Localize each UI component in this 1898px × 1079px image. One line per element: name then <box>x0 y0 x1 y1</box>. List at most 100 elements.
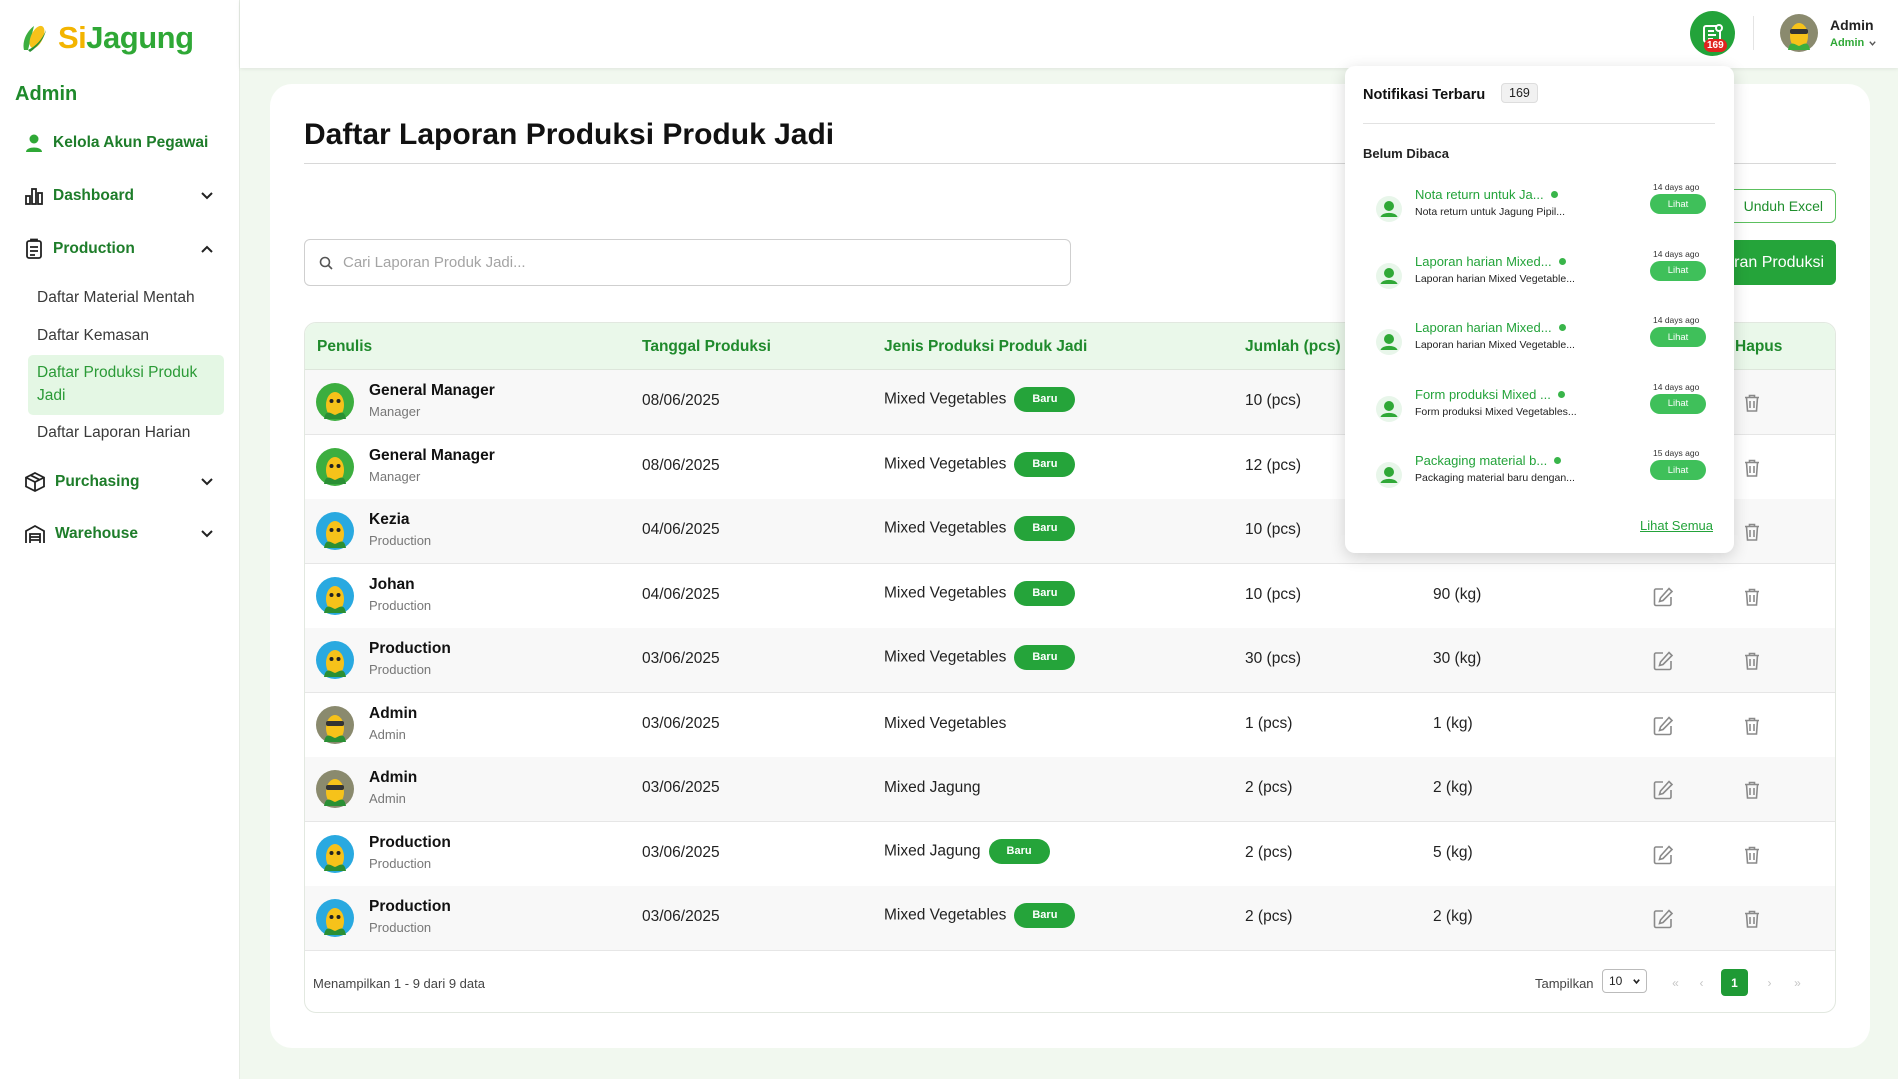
sidebar-item-warehouse[interactable]: Warehouse <box>24 523 214 545</box>
production-date: 08/06/2025 <box>642 456 720 474</box>
trash-icon[interactable] <box>1743 522 1761 542</box>
edit-icon[interactable] <box>1652 586 1674 608</box>
writer-avatar <box>316 770 354 808</box>
trash-icon[interactable] <box>1743 458 1761 478</box>
writer-avatar <box>316 576 354 615</box>
trash-icon[interactable] <box>1743 393 1761 413</box>
trash-icon[interactable] <box>1743 587 1761 607</box>
notification-item-title: Form produksi Mixed ... <box>1415 386 1551 402</box>
view-notification-button[interactable]: Lihat <box>1650 460 1706 480</box>
table-row[interactable]: Production Production 03/06/2025 Mixed Vege… <box>305 628 1835 693</box>
production-type: Mixed Jagung <box>884 779 981 796</box>
chevron-down-icon <box>201 530 213 538</box>
view-notification-button[interactable]: Lihat <box>1650 327 1706 347</box>
page-size-select[interactable]: 10 <box>1602 969 1647 993</box>
notification-item[interactable]: Form produksi Mixed ... Form produksi Mix… <box>1363 382 1715 443</box>
trash-icon[interactable] <box>1743 909 1761 929</box>
writer-role: Production <box>369 597 432 613</box>
corn-logo-icon <box>23 25 46 52</box>
next-page-button[interactable]: › <box>1756 969 1783 996</box>
notification-section-unread: Belum Dibaca <box>1363 146 1449 161</box>
column-header-writer: Penulis <box>317 338 373 355</box>
new-badge: Baru <box>1014 451 1076 477</box>
unread-dot <box>1557 390 1565 398</box>
notification-item[interactable]: Laporan harian Mixed... Laporan harian Mi… <box>1363 249 1715 310</box>
notification-headline: Nota return untuk Ja... <box>1415 187 1558 202</box>
app-name: SiJagung <box>58 20 194 55</box>
quantity-kg: 1 (kg) <box>1433 714 1473 732</box>
bar-chart-icon <box>25 188 43 205</box>
notification-item[interactable]: Packaging material b... Packaging materia… <box>1363 448 1715 509</box>
see-all-notifications-link[interactable]: Lihat Semua <box>1640 518 1713 533</box>
trash-icon[interactable] <box>1743 845 1761 865</box>
table-row[interactable]: Production Production 03/06/2025 Mixed Jagu… <box>305 822 1835 887</box>
view-notification-button[interactable]: Lihat <box>1650 393 1706 414</box>
notification-item[interactable]: Nota return untuk Ja... Nota return untuk… <box>1363 182 1715 243</box>
notification-item-title: Nota return untuk Ja... <box>1415 187 1544 202</box>
edit-icon[interactable] <box>1652 844 1674 866</box>
sidebar-item-purchasing[interactable]: Purchasing <box>24 471 214 493</box>
app-logo[interactable]: SiJagung <box>16 20 194 56</box>
production-date: 03/06/2025 <box>642 650 720 667</box>
admin-avatar[interactable] <box>1780 14 1818 52</box>
writer-name: Production <box>369 640 451 657</box>
trash-icon[interactable] <box>1743 651 1761 671</box>
last-page-button[interactable]: » <box>1784 969 1811 996</box>
production-type: Mixed Vegetables <box>884 714 1007 732</box>
sidebar-item-account[interactable]: Kelola Akun Pegawai <box>24 133 214 153</box>
table-footer: Menampilkan 1 - 9 dari 9 data Tampilkan … <box>305 954 1835 1012</box>
sidebar-item-dashboard[interactable]: Dashboard <box>24 186 214 206</box>
production-type: Mixed Vegetables <box>884 906 1007 924</box>
notification-count-badge: 169 <box>1704 39 1727 52</box>
view-notification-button[interactable]: Lihat <box>1650 194 1706 214</box>
user-name[interactable]: Admin <box>1830 17 1874 33</box>
production-date: 08/06/2025 <box>642 392 720 409</box>
notification-item-time: 14 days ago <box>1653 381 1700 392</box>
sidebar-subitem-finished-production[interactable]: Daftar Produksi Produk Jadi <box>28 355 224 415</box>
edit-icon[interactable] <box>1652 908 1674 930</box>
sidebar-subitem-packaging[interactable]: Daftar Kemasan <box>37 327 149 345</box>
sidebar-item-label: Purchasing <box>55 473 140 490</box>
view-notification-button[interactable]: Lihat <box>1650 260 1706 281</box>
notification-item-title: Packaging material b... <box>1415 453 1548 468</box>
quantity-pcs: 10 (pcs) <box>1245 392 1301 409</box>
first-page-button[interactable]: « <box>1662 969 1689 996</box>
sidebar-item-label: Production <box>53 240 135 257</box>
pagination-info: Menampilkan 1 - 9 dari 9 data <box>313 976 485 991</box>
page-size-value: 10 <box>1609 974 1623 988</box>
sidebar-item-production[interactable]: Production <box>24 238 214 260</box>
previous-page-button[interactable]: ‹ <box>1688 969 1715 996</box>
table-row[interactable]: Production Production 03/06/2025 Mixed Vege… <box>305 886 1835 951</box>
user-role-dropdown[interactable]: Admin <box>1830 37 1877 49</box>
sidebar-subitem-raw-material[interactable]: Daftar Material Mentah <box>37 289 195 307</box>
edit-icon[interactable] <box>1652 779 1674 801</box>
notification-headline: Form produksi Mixed ... <box>1415 387 1565 402</box>
warehouse-icon <box>25 524 45 543</box>
new-badge: Baru <box>1014 645 1076 670</box>
writer-role: Production <box>369 855 432 871</box>
search-input[interactable] <box>343 254 1043 271</box>
table-row[interactable]: Admin Admin 03/06/2025 Mixed Vegetables 1 (p… <box>305 693 1835 758</box>
writer-avatar <box>316 641 354 679</box>
search-box[interactable] <box>304 239 1071 286</box>
notification-total-count: 169 <box>1501 83 1538 103</box>
table-row[interactable]: Admin Admin 03/06/2025 Mixed Jagung 2 (pcs) 2… <box>305 757 1835 822</box>
new-badge: Baru <box>1014 580 1076 606</box>
edit-icon[interactable] <box>1652 715 1674 737</box>
table-row[interactable]: Johan Production 04/06/2025 Mixed Vegetable… <box>305 564 1835 629</box>
page-button-current[interactable]: 1 <box>1721 969 1748 996</box>
sidebar-subitem-daily-report[interactable]: Daftar Laporan Harian <box>37 424 190 442</box>
production-type-cell: Mixed Vegetables Baru <box>884 516 1076 541</box>
trash-icon[interactable] <box>1743 780 1761 800</box>
clipboard-icon <box>26 238 42 259</box>
edit-icon[interactable] <box>1652 650 1674 672</box>
production-type-cell: Mixed Vegetables <box>884 715 1006 733</box>
notification-item[interactable]: Laporan harian Mixed... Laporan harian Mi… <box>1363 315 1715 376</box>
page-title: Daftar Laporan Produksi Produk Jadi <box>304 118 835 151</box>
unread-dot <box>1558 257 1566 265</box>
notification-item-body: Laporan harian Mixed Vegetable... <box>1415 272 1575 285</box>
notification-item-time: 14 days ago <box>1653 315 1700 325</box>
production-date: 03/06/2025 <box>642 908 720 925</box>
trash-icon[interactable] <box>1743 716 1761 736</box>
writer-name: General Manager <box>369 382 495 399</box>
